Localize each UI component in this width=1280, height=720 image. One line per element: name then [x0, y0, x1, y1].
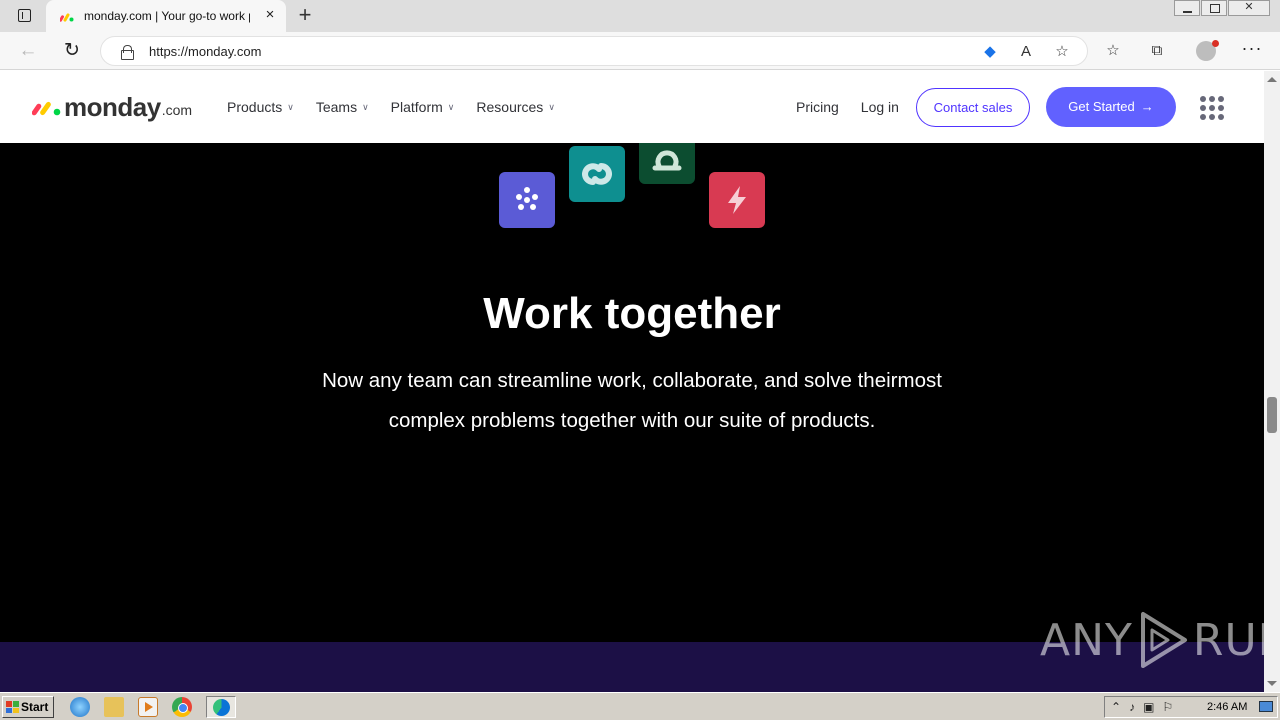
more-icon[interactable]: ···: [1240, 39, 1264, 60]
nav-products[interactable]: Products ∨: [227, 99, 294, 115]
folder-icon[interactable]: [104, 697, 124, 717]
shopping-tag-icon[interactable]: ◆: [979, 42, 1001, 62]
hero-section: Work together Now any team can streamlin…: [0, 143, 1264, 642]
clock[interactable]: 2:46 AM: [1207, 701, 1247, 713]
scroll-thumb[interactable]: [1267, 397, 1277, 433]
scroll-up-icon[interactable]: [1267, 77, 1277, 82]
add-favorite-icon[interactable]: ☆: [1051, 42, 1073, 62]
tray-expand-icon[interactable]: ⌃: [1111, 700, 1121, 714]
nav-teams[interactable]: Teams ∨: [316, 99, 369, 115]
browser-tabstrip: monday.com | Your go-to work platform × …: [0, 0, 1280, 32]
work-management-icon: [499, 172, 555, 228]
profile-icon[interactable]: [1196, 40, 1219, 61]
dev-icon: [639, 143, 695, 184]
nav-platform[interactable]: Platform ∨: [391, 99, 455, 115]
windows-taskbar: Start ⌃ ♪ ▣ ⚐ 2:46 AM: [0, 692, 1280, 720]
browser-tab[interactable]: monday.com | Your go-to work platform ×: [46, 0, 286, 32]
nav-label: Resources: [476, 99, 544, 115]
site-header: monday .com Products ∨ Teams ∨ Platform ∨ R…: [0, 71, 1264, 143]
system-tray: ⌃ ♪ ▣ ⚐ 2:46 AM: [1104, 696, 1278, 718]
internet-explorer-icon[interactable]: [70, 697, 90, 717]
main-nav: Products ∨ Teams ∨ Platform ∨ Resources ∨: [227, 99, 555, 115]
new-tab-button[interactable]: +: [294, 4, 316, 27]
login-link[interactable]: Log in: [861, 99, 899, 115]
chevron-down-icon: ∨: [447, 102, 455, 112]
window-controls: ✕: [1173, 0, 1270, 16]
hero-description: Now any team can streamline work, collab…: [322, 369, 942, 432]
lock-icon[interactable]: [121, 45, 134, 60]
anyrun-watermark: ANY RUN: [1040, 608, 1280, 672]
reload-icon[interactable]: ↻: [60, 39, 84, 63]
edge-icon: [212, 698, 230, 716]
favorites-icon[interactable]: ☆: [1102, 41, 1124, 61]
start-label: Start: [21, 700, 49, 714]
watermark-left: ANY: [1040, 614, 1133, 666]
chevron-down-icon: ∨: [548, 102, 555, 112]
browser-toolbar: ← ↻ https://monday.com ◆ A ☆ ☆ ⧉ ···: [0, 32, 1280, 70]
edge-taskbar-button[interactable]: [206, 696, 236, 718]
chevron-down-icon: ∨: [287, 102, 294, 112]
show-desktop-icon[interactable]: [1259, 701, 1273, 712]
network-icon[interactable]: ▣: [1143, 700, 1154, 714]
logo-word: monday: [64, 92, 161, 122]
hero-title: Work together: [483, 289, 781, 338]
tab-title: monday.com | Your go-to work platform: [84, 9, 250, 23]
automation-bolt-icon: [709, 172, 765, 228]
contact-sales-button[interactable]: Contact sales: [916, 88, 1030, 127]
maximize-icon[interactable]: [1201, 0, 1227, 16]
favicon-icon: [60, 13, 74, 22]
monday-logo[interactable]: monday .com: [32, 92, 192, 122]
nav-resources[interactable]: Resources ∨: [476, 99, 555, 115]
read-aloud-icon[interactable]: A: [1015, 42, 1037, 62]
get-started-label: Get Started: [1068, 99, 1135, 114]
back-icon[interactable]: ←: [16, 39, 40, 63]
close-icon[interactable]: ✕: [1228, 0, 1270, 16]
minimize-icon[interactable]: [1174, 0, 1200, 16]
apps-grid-icon[interactable]: [1200, 96, 1224, 120]
page-scrollbar[interactable]: [1264, 71, 1280, 692]
windows-flag-icon: [6, 701, 19, 713]
logo-suffix: .com: [161, 102, 193, 118]
tab-close-icon[interactable]: ×: [262, 7, 278, 23]
arrow-right-icon: →: [1140, 99, 1154, 114]
media-player-icon[interactable]: [138, 697, 158, 717]
nav-label: Products: [227, 99, 283, 115]
collections-icon[interactable]: ⧉: [1146, 41, 1168, 61]
address-bar[interactable]: https://monday.com ◆ A ☆: [100, 36, 1088, 66]
play-logo-icon: [1140, 612, 1187, 668]
logo-mark-icon: [32, 101, 61, 116]
crm-icon: [569, 146, 625, 202]
nav-label: Teams: [315, 99, 358, 115]
start-button[interactable]: Start: [2, 696, 54, 718]
nav-label: Platform: [390, 99, 443, 115]
tab-actions-icon[interactable]: [12, 7, 36, 25]
chrome-icon[interactable]: [172, 697, 192, 717]
chevron-down-icon: ∨: [362, 102, 369, 112]
scroll-down-icon[interactable]: [1267, 681, 1277, 686]
flag-icon[interactable]: ⚐: [1162, 700, 1173, 714]
get-started-button[interactable]: Get Started →: [1046, 87, 1176, 127]
pricing-link[interactable]: Pricing: [796, 99, 839, 115]
url-text[interactable]: https://monday.com: [149, 44, 261, 59]
volume-icon[interactable]: ♪: [1129, 700, 1135, 714]
